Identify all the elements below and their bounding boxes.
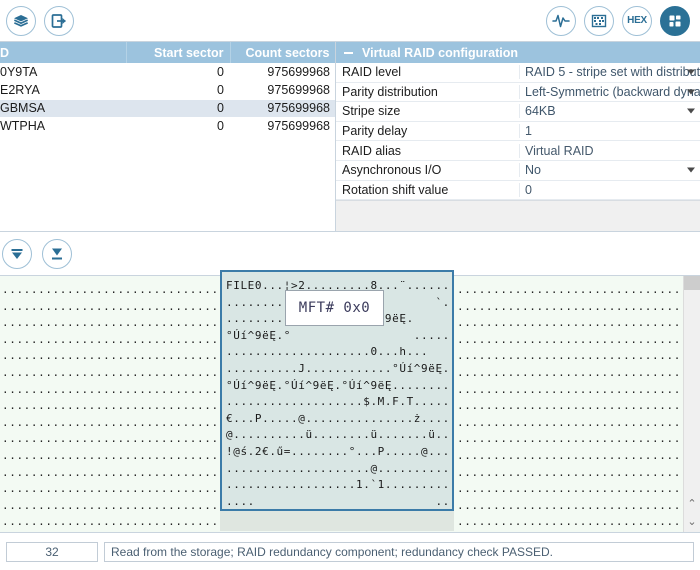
- raid-label: RAID level: [336, 65, 520, 80]
- selection-line: ..................1.`1..........: [226, 478, 454, 492]
- selection-line: !@ś.2€.ű=........°...P.....@.....: [226, 444, 454, 458]
- raid-row-rotation-shift-value: Rotation shift value 0: [336, 181, 700, 201]
- column-header-count-sectors[interactable]: Count sectors: [230, 42, 335, 63]
- export-icon[interactable]: [44, 5, 74, 36]
- raid-value-text: 1: [525, 124, 532, 139]
- column-header-start-sector[interactable]: Start sector: [126, 42, 231, 63]
- cell-start-sector: 0: [126, 81, 230, 100]
- raid-label: RAID alias: [336, 143, 520, 158]
- cell-id: WTPHA: [0, 117, 126, 136]
- top-toolbar-right-group: HEX: [546, 5, 690, 36]
- table-header-row: D Start sector Count sectors: [0, 42, 335, 63]
- collapse-icon[interactable]: [344, 52, 353, 54]
- selection-line: ....................0...h...: [226, 345, 429, 359]
- raid-value-text: RAID 5 - stripe set with distribute: [525, 65, 700, 80]
- hex-icon-label: HEX: [627, 15, 647, 26]
- application-window: HEX D Start sector Count sectors 0Y9TA 0…: [0, 0, 700, 570]
- cell-count-sectors: 975699968: [230, 99, 335, 118]
- raid-label: Stripe size: [336, 104, 520, 119]
- raid-value-dropdown[interactable]: RAID 5 - stripe set with distribute: [520, 65, 700, 79]
- waveform-icon[interactable]: [546, 5, 576, 36]
- table-row[interactable]: 0Y9TA 0 975699968: [0, 63, 335, 82]
- raid-config-panel: Virtual RAID configuration RAID level RA…: [336, 42, 700, 231]
- raid-row-parity-distribution: Parity distribution Left-Symmetric (back…: [336, 83, 700, 103]
- layers-icon[interactable]: [6, 5, 36, 36]
- cell-count-sectors: 975699968: [230, 81, 335, 100]
- raid-label: Rotation shift value: [336, 182, 520, 197]
- table-empty-space: [0, 135, 335, 231]
- selection-line: @..........ü........ü.......ü....: [226, 428, 454, 442]
- disks-table[interactable]: D Start sector Count sectors 0Y9TA 0 975…: [0, 42, 335, 136]
- raid-config-header[interactable]: Virtual RAID configuration: [336, 42, 700, 63]
- hex-selection-footer: [220, 511, 454, 531]
- hex-icon[interactable]: HEX: [622, 5, 652, 36]
- chevron-down-icon[interactable]: [687, 167, 695, 173]
- scroll-down-icon[interactable]: ⌄: [684, 516, 700, 528]
- cell-start-sector: 0: [126, 63, 230, 82]
- mft-tooltip: MFT# 0x0: [285, 290, 384, 326]
- raid-label: Asynchronous I/O: [336, 163, 520, 178]
- filter-down-icon[interactable]: [2, 238, 32, 269]
- status-bar: 32 Read from the storage; RAID redundanc…: [0, 532, 700, 570]
- selection-line: ...................$.M.F.T.......: [226, 395, 454, 409]
- selection-line: €...P.....@...............ż.....: [226, 411, 454, 425]
- selection-line: °Úí^9ëĘ.° .......: [226, 328, 454, 342]
- column-header-id[interactable]: D: [0, 42, 127, 63]
- raid-row-raid-level: RAID level RAID 5 - stripe set with dist…: [336, 63, 700, 83]
- disks-table-header: D Start sector Count sectors: [0, 42, 335, 63]
- raid-row-stripe-size: Stripe size 64KB: [336, 102, 700, 122]
- cell-count-sectors: 975699968: [230, 63, 335, 82]
- raid-value-text: Virtual RAID: [525, 143, 594, 158]
- top-toolbar-left-group: [6, 5, 74, 36]
- jump-down-icon[interactable]: [42, 238, 72, 269]
- raid-value-text: 0: [525, 182, 532, 197]
- selection-line: .... ....: [226, 494, 454, 508]
- raid-value-field[interactable]: 1: [520, 124, 700, 138]
- cell-id: 0Y9TA: [0, 63, 126, 82]
- disks-table-panel: D Start sector Count sectors 0Y9TA 0 975…: [0, 42, 336, 231]
- raid-value-dropdown[interactable]: No: [520, 163, 700, 177]
- raid-value-text: Left-Symmetric (backward dynam: [525, 84, 700, 99]
- table-row[interactable]: E2RYA 0 975699968: [0, 81, 335, 100]
- chevron-down-icon[interactable]: [687, 89, 695, 95]
- raid-panel-footer: [336, 200, 700, 231]
- cell-id: E2RYA: [0, 81, 126, 100]
- raid-value-dropdown[interactable]: Left-Symmetric (backward dynam: [520, 85, 700, 99]
- scroll-up-icon[interactable]: ⌃: [684, 498, 700, 510]
- table-row-selected[interactable]: GBMSA 0 975699968: [0, 99, 335, 118]
- selection-line: °Úí^9ëĘ.°Úí^9ëĘ.°Úí^9ëĘ........: [226, 378, 450, 392]
- raid-label: Parity distribution: [336, 84, 520, 99]
- top-toolbar: HEX: [0, 0, 700, 42]
- scrollbar-thumb[interactable]: [684, 276, 700, 290]
- raid-value-text: 64KB: [525, 104, 556, 119]
- status-message: Read from the storage; RAID redundancy c…: [104, 541, 694, 562]
- hex-vertical-scrollbar[interactable]: ⌃ ⌄: [683, 276, 700, 532]
- blocks-icon[interactable]: [660, 5, 690, 36]
- selection-line: ..........J............°Úí^9ëĘ.: [226, 361, 450, 375]
- middle-split: D Start sector Count sectors 0Y9TA 0 975…: [0, 42, 700, 232]
- grid-map-icon[interactable]: [584, 5, 614, 36]
- selection-line: ....................@...........: [226, 461, 454, 475]
- chevron-down-icon[interactable]: [687, 69, 695, 75]
- cell-start-sector: 0: [126, 99, 230, 118]
- raid-label: Parity delay: [336, 124, 520, 139]
- raid-config-title: Virtual RAID configuration: [362, 45, 519, 60]
- cell-count-sectors: 975699968: [230, 117, 335, 136]
- hex-line: ........................................…: [0, 531, 683, 533]
- raid-row-parity-delay: Parity delay 1: [336, 122, 700, 142]
- raid-value-field[interactable]: 0: [520, 183, 700, 197]
- table-row[interactable]: WTPHA 0 975699968: [0, 117, 335, 136]
- raid-value-field[interactable]: Virtual RAID: [520, 144, 700, 158]
- cell-id: GBMSA: [0, 99, 126, 118]
- raid-value-text: No: [525, 163, 541, 178]
- raid-row-raid-alias: RAID alias Virtual RAID: [336, 141, 700, 161]
- status-number[interactable]: 32: [6, 541, 98, 562]
- cell-start-sector: 0: [126, 117, 230, 136]
- raid-config-rows: RAID level RAID 5 - stripe set with dist…: [336, 63, 700, 201]
- chevron-down-icon[interactable]: [687, 108, 695, 114]
- raid-value-dropdown[interactable]: 64KB: [520, 104, 700, 118]
- raid-row-asynchronous-io: Asynchronous I/O No: [336, 161, 700, 181]
- disks-table-body: 0Y9TA 0 975699968 E2RYA 0 975699968 GBMS…: [0, 63, 335, 136]
